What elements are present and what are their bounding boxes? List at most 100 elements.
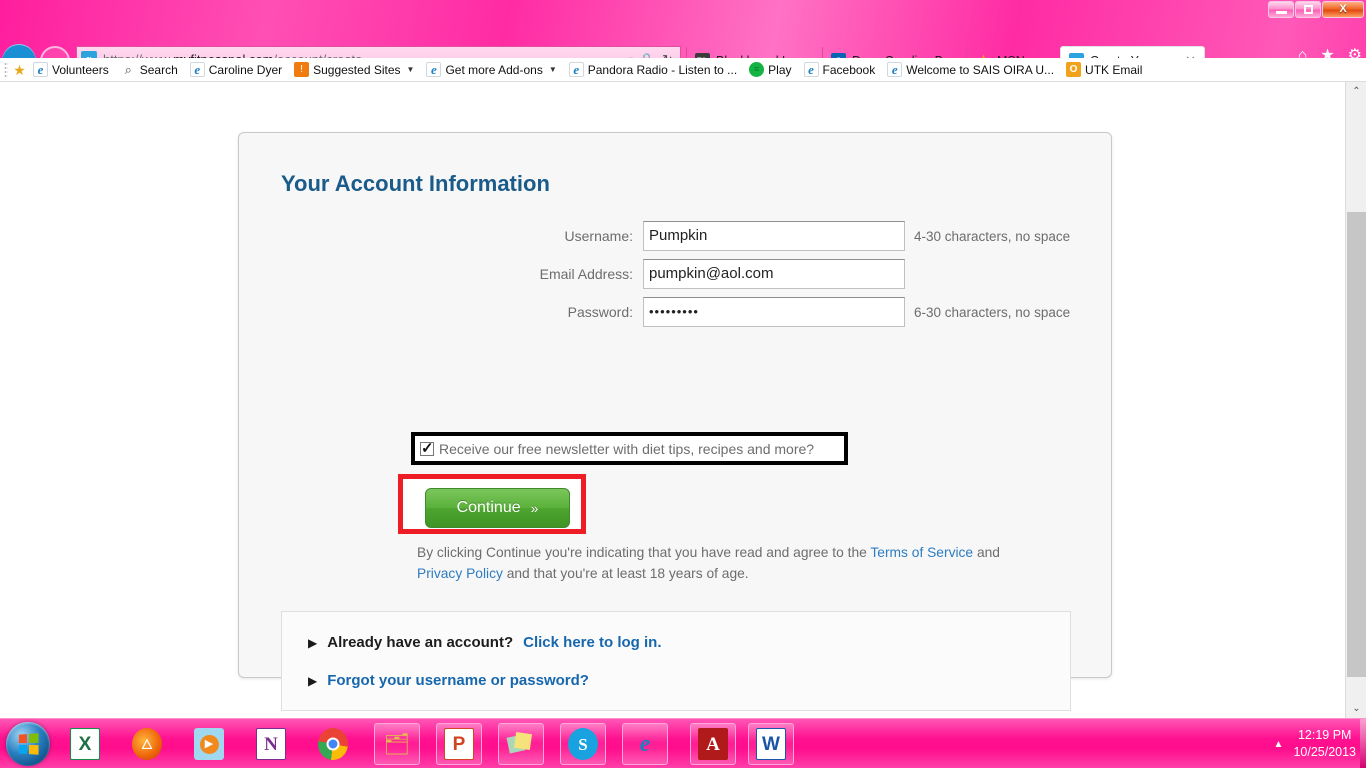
system-tray: ▲ 12:19 PM 10/25/2013 xyxy=(1274,719,1362,768)
internet-explorer-button[interactable]: e xyxy=(622,723,668,765)
forgot-credentials-link[interactable]: Forgot your username or password? xyxy=(327,672,589,689)
spotify-icon: ≡ xyxy=(749,62,765,77)
taskbar-item-chrome[interactable] xyxy=(310,723,356,765)
continue-button-label: Continue xyxy=(456,499,521,516)
taskbar-item-firefox[interactable]: 🜂 xyxy=(124,723,170,765)
start-button[interactable] xyxy=(6,722,50,766)
browser-navigation-row: ← → x https://www.myfitnesspal.com/accou… xyxy=(0,20,1366,78)
window-controls: X xyxy=(1268,1,1364,18)
bookmark-search[interactable]: ⌕ Search xyxy=(115,62,184,77)
bookmark-play[interactable]: ≡ Play xyxy=(743,62,797,77)
windows-logo-icon xyxy=(18,733,39,755)
windows-explorer-button[interactable]: 🗂 xyxy=(374,723,420,765)
taskbar-item-word[interactable]: W xyxy=(748,723,794,765)
bookmark-label: Suggested Sites xyxy=(313,62,401,77)
continue-button[interactable]: Continue » xyxy=(425,488,570,528)
internet-explorer-icon: e xyxy=(639,731,651,757)
bookmark-volunteers[interactable]: e Volunteers xyxy=(27,62,115,77)
restore-icon xyxy=(1303,5,1313,14)
taskbar-item-sticky-notes[interactable] xyxy=(498,723,544,765)
bookmarks-grip-handle[interactable] xyxy=(4,61,8,78)
chrome-icon[interactable] xyxy=(310,723,356,765)
taskbar-item-internet-explorer[interactable]: e xyxy=(622,723,668,765)
word-button[interactable]: W xyxy=(748,723,794,765)
show-hidden-icons-button[interactable]: ▲ xyxy=(1274,739,1284,750)
triangle-right-icon: ▶ xyxy=(308,635,318,650)
minimize-icon xyxy=(1275,10,1287,14)
powerpoint-button[interactable]: P xyxy=(436,723,482,765)
newsletter-checkbox[interactable] xyxy=(420,439,434,457)
chevron-right-icon: » xyxy=(530,500,539,516)
web-page-viewport: Your Account Information Username: Pumpk… xyxy=(0,82,1345,718)
taskbar-item-excel[interactable]: X xyxy=(62,723,108,765)
firefox-icon[interactable]: 🜂 xyxy=(124,723,170,765)
password-field[interactable]: ••••••••• xyxy=(643,297,905,327)
bookmark-caroline-dyer[interactable]: e Caroline Dyer xyxy=(184,62,288,77)
clock-time: 12:19 PM xyxy=(1297,728,1352,742)
favorites-star-icon[interactable]: ★ xyxy=(12,62,27,77)
taskbar-item-media-player[interactable]: ▶ xyxy=(186,723,232,765)
bookmark-label: Get more Add-ons xyxy=(445,62,543,77)
scroll-up-arrow-icon[interactable]: ⌃ xyxy=(1346,82,1366,101)
accordion-row-already-have-account[interactable]: ▶ Already have an account? Click here to… xyxy=(308,634,662,651)
sticky-notes-icon xyxy=(506,728,536,760)
windows-media-player-icon[interactable]: ▶ xyxy=(186,723,232,765)
page-title: Your Account Information xyxy=(281,171,550,196)
bookmark-label: Volunteers xyxy=(52,62,109,77)
taskbar-item-adobe-reader[interactable]: A xyxy=(690,723,736,765)
username-label: Username: xyxy=(564,228,633,244)
window-title-bar: X xyxy=(0,0,1366,20)
accordion-row-forgot-credentials[interactable]: ▶ Forgot your username or password? xyxy=(308,672,589,689)
bookmark-label: Pandora Radio - Listen to ... xyxy=(587,62,738,77)
skype-button[interactable]: S xyxy=(560,723,606,765)
privacy-policy-link[interactable]: Privacy Policy xyxy=(417,566,503,581)
bookmark-suggested-sites[interactable]: ! Suggested Sites ▼ xyxy=(288,62,420,77)
clock-date: 10/25/2013 xyxy=(1293,745,1356,759)
email-field[interactable]: pumpkin@aol.com xyxy=(643,259,905,289)
scroll-down-arrow-icon[interactable]: ⌄ xyxy=(1346,699,1366,718)
ie-page-icon: e xyxy=(568,62,584,77)
taskbar-item-skype[interactable]: S xyxy=(560,723,606,765)
bookmark-label: UTK Email xyxy=(1085,62,1143,77)
ie-page-icon: e xyxy=(33,62,48,77)
bookmark-get-more-addons[interactable]: e Get more Add-ons ▼ xyxy=(420,62,562,77)
username-hint: 4-30 characters, no space xyxy=(914,228,1071,244)
vertical-scrollbar[interactable]: ⌃ ⌄ xyxy=(1345,82,1366,718)
scrollbar-thumb[interactable] xyxy=(1347,212,1366,677)
taskbar-item-file-explorer[interactable]: 🗂 xyxy=(374,723,420,765)
terms-of-service-link[interactable]: Terms of Service xyxy=(870,545,973,560)
adobe-reader-icon: A xyxy=(698,728,728,760)
excel-icon[interactable]: X xyxy=(62,723,108,765)
chevron-down-icon[interactable]: ▼ xyxy=(549,65,557,74)
login-link[interactable]: Click here to log in. xyxy=(523,634,661,651)
bookmark-facebook[interactable]: e Facebook xyxy=(798,62,882,77)
bookmark-label: Search xyxy=(139,62,178,77)
adobe-reader-button[interactable]: A xyxy=(690,723,736,765)
ie-page-icon: e xyxy=(887,62,903,77)
form-row-username: Username: Pumpkin 4-30 characters, no sp… xyxy=(239,221,1111,251)
onenote-icon[interactable]: N xyxy=(248,723,294,765)
account-information-card: Your Account Information Username: Pumpk… xyxy=(238,132,1112,678)
taskbar-item-powerpoint[interactable]: P xyxy=(436,723,482,765)
powerpoint-icon: P xyxy=(444,728,474,760)
ie-page-icon: e xyxy=(426,62,442,77)
bookmark-utk-email[interactable]: O UTK Email xyxy=(1060,62,1148,77)
chevron-down-icon[interactable]: ▼ xyxy=(407,65,415,74)
ie-page-icon: e xyxy=(803,62,819,77)
terms-text-part3: and that you're at least 18 years of age… xyxy=(502,566,749,581)
folder-icon: 🗂 xyxy=(383,732,411,756)
bookmark-pandora-radio[interactable]: e Pandora Radio - Listen to ... xyxy=(563,62,743,77)
bookmark-label: Caroline Dyer xyxy=(208,62,283,77)
bookmark-label: Facebook xyxy=(822,62,876,77)
sticky-notes-button[interactable] xyxy=(498,723,544,765)
close-window-button[interactable]: X xyxy=(1322,1,1364,18)
terms-text-part2: and xyxy=(973,545,1000,560)
taskbar-item-onenote[interactable]: N xyxy=(248,723,294,765)
maximize-restore-button[interactable] xyxy=(1295,1,1321,18)
terms-disclaimer: By clicking Continue you're indicating t… xyxy=(417,542,1042,584)
username-input[interactable]: Pumpkin xyxy=(643,221,905,251)
bookmark-welcome-to-sais[interactable]: e Welcome to SAIS OIRA U... xyxy=(881,62,1060,77)
lightbulb-icon: ! xyxy=(294,62,310,77)
taskbar-clock[interactable]: 12:19 PM 10/25/2013 xyxy=(1293,727,1362,761)
minimize-button[interactable] xyxy=(1268,1,1294,18)
